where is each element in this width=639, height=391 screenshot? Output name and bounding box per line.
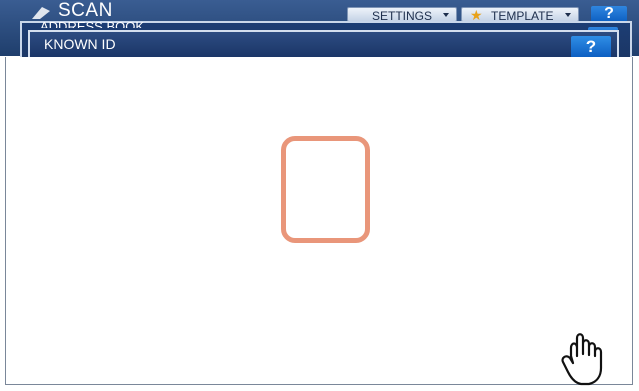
chevron-down-icon bbox=[443, 13, 449, 17]
known-id-help-button[interactable]: ? bbox=[571, 36, 611, 58]
star-icon: ★ bbox=[470, 7, 483, 22]
chevron-down-icon bbox=[565, 13, 571, 17]
app-title: SCAN bbox=[58, 2, 113, 20]
known-id-title: KNOWN ID bbox=[44, 36, 116, 52]
address-book-title: ADDRESS BOOK bbox=[40, 19, 145, 28]
known-id-dialog-header: KNOWN ID ? bbox=[28, 30, 619, 58]
card-reader-highlight bbox=[281, 136, 370, 243]
template-button[interactable]: ★ TEMPLATE bbox=[461, 7, 579, 22]
settings-button[interactable]: SETTINGS bbox=[347, 7, 457, 22]
help-button[interactable]: ? bbox=[591, 6, 627, 22]
hand-pointer-icon bbox=[561, 330, 609, 386]
scan-icon bbox=[30, 5, 54, 19]
